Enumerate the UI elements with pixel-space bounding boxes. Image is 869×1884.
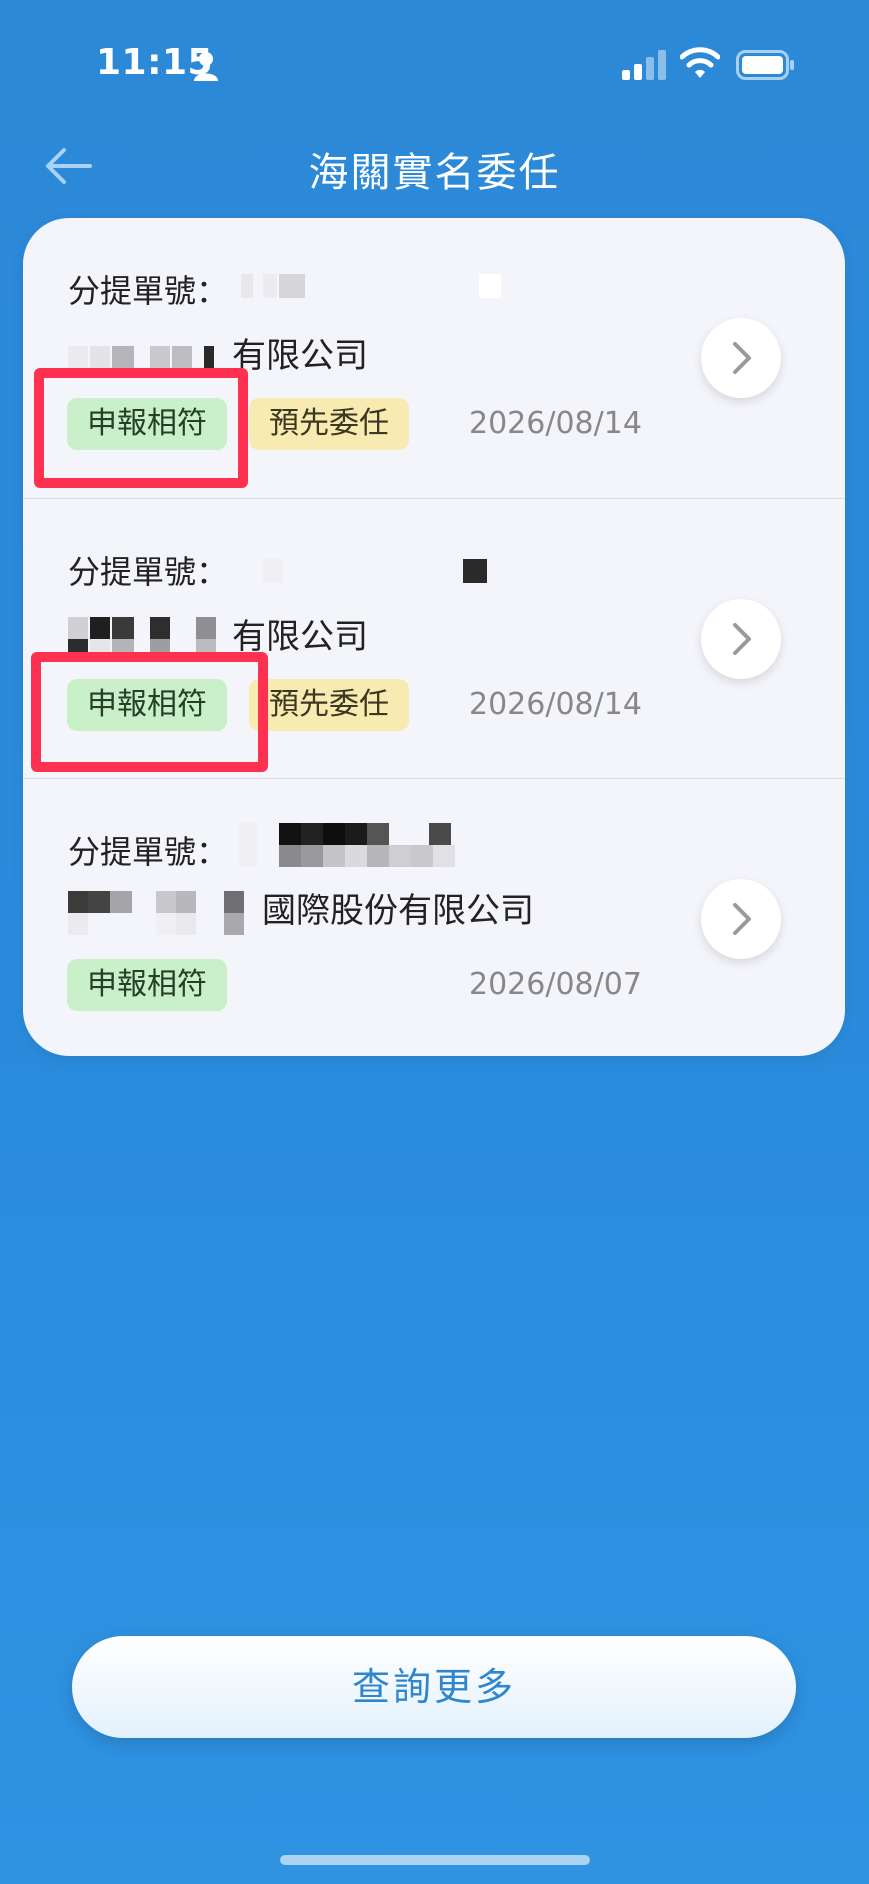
bill-number-label: 分提單號： xyxy=(68,833,229,871)
load-more-button[interactable]: 查詢更多 xyxy=(72,1636,796,1738)
bill-number-label: 分提單號： xyxy=(68,272,229,310)
redacted-bill-number xyxy=(241,274,501,298)
home-indicator xyxy=(280,1855,590,1865)
redacted-company-prefix xyxy=(68,890,262,935)
detail-button[interactable] xyxy=(701,318,781,398)
cellular-signal-icon xyxy=(622,50,666,80)
highlight-box xyxy=(31,652,268,772)
redacted-bill-number xyxy=(239,823,483,867)
redacted-bill-number xyxy=(263,559,487,583)
detail-button[interactable] xyxy=(701,599,781,679)
status-tag-pre-authorized: 預先委任 xyxy=(249,398,409,450)
date: 2026/08/07 xyxy=(469,967,642,1002)
chevron-right-icon xyxy=(733,623,751,655)
person-icon xyxy=(194,52,218,81)
redacted-company-prefix xyxy=(68,345,232,370)
company-name: 國際股份有限公司 xyxy=(68,883,534,935)
bill-number-label: 分提單號： xyxy=(68,553,229,591)
company-suffix: 有限公司 xyxy=(232,336,368,376)
company-suffix: 有限公司 xyxy=(232,617,368,657)
status-tag-pre-authorized: 預先委任 xyxy=(249,679,409,731)
date: 2026/08/14 xyxy=(469,687,642,722)
company-suffix: 國際股份有限公司 xyxy=(262,891,534,931)
list-item[interactable]: 分提單號： 國際股份有限公司 申報相符 2026/08/07 xyxy=(23,778,845,1056)
status-bar: 11:15 xyxy=(0,0,869,130)
detail-button[interactable] xyxy=(701,879,781,959)
wifi-icon xyxy=(680,47,720,78)
declaration-list: 分提單號： 有限公司 申報相符 預先委任 2026/08/14 分提單號： 有限… xyxy=(23,218,845,1056)
date: 2026/08/14 xyxy=(469,406,642,441)
chevron-right-icon xyxy=(733,342,751,374)
status-tag-declared-match: 申報相符 xyxy=(67,959,227,1011)
highlight-box xyxy=(34,368,248,488)
battery-icon xyxy=(736,50,794,80)
page-title: 海關實名委任 xyxy=(308,150,561,196)
chevron-right-icon xyxy=(733,903,751,935)
